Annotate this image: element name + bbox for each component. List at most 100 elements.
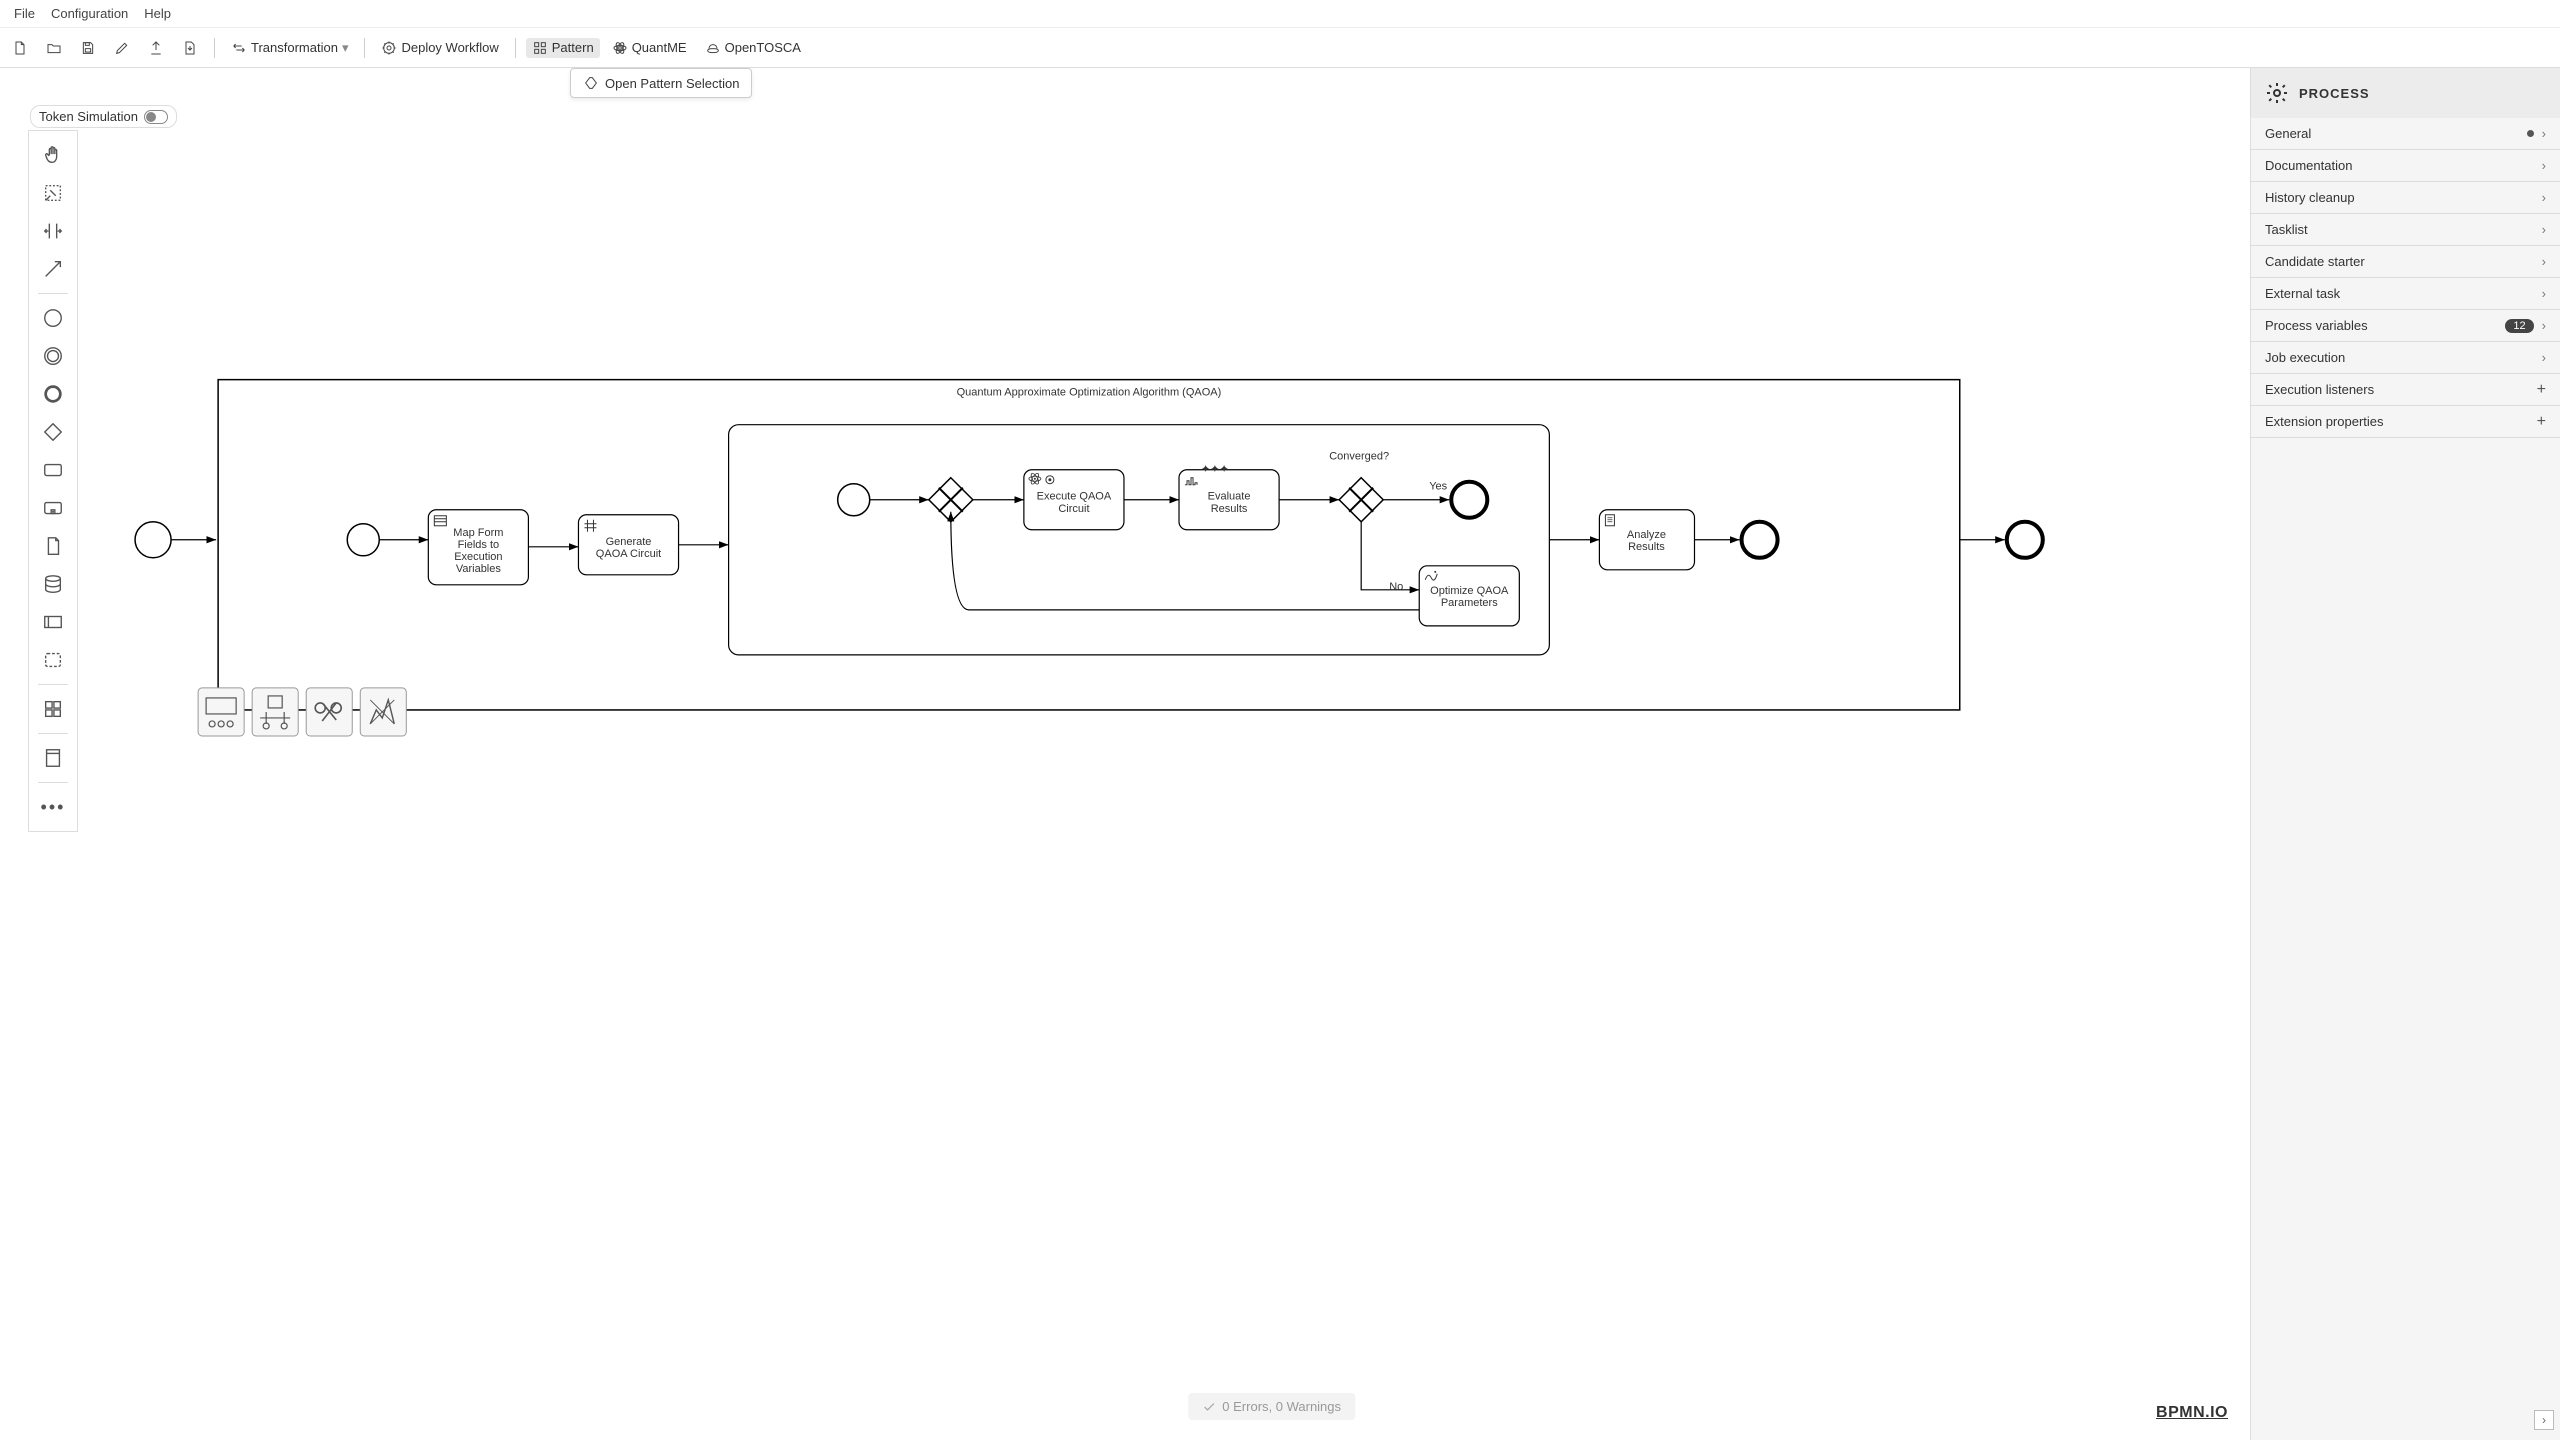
- chevron-right-icon: ›: [2542, 126, 2546, 141]
- sub-end-event[interactable]: [1451, 482, 1487, 518]
- plus-icon: +: [2537, 413, 2546, 431]
- task-label: Optimize QAOAParameters: [1430, 585, 1509, 609]
- space-tool-icon[interactable]: [35, 213, 71, 249]
- chevron-right-icon: ›: [2542, 318, 2546, 333]
- task-label: AnalyzeResults: [1627, 529, 1666, 553]
- collapse-panel-button[interactable]: ›: [2534, 1410, 2554, 1430]
- bpmn-diagram: Quantum Approximate Optimization Algorit…: [88, 100, 2240, 1440]
- count-badge: 12: [2505, 319, 2533, 333]
- separator: [515, 38, 516, 58]
- new-file-icon[interactable]: [6, 34, 34, 62]
- outer-start-event[interactable]: [135, 522, 171, 558]
- transformation-label: Transformation: [251, 40, 338, 55]
- separator: [364, 38, 365, 58]
- data-store-icon[interactable]: [35, 566, 71, 602]
- properties-panel: PROCESS General› Documentation› History …: [2250, 68, 2560, 1440]
- prop-tasklist[interactable]: Tasklist›: [2251, 214, 2560, 246]
- dot-indicator-icon: [2527, 130, 2534, 137]
- task-label: Map FormFields toExecutionVariables: [453, 527, 503, 575]
- intermediate-event-icon[interactable]: [35, 338, 71, 374]
- chevron-down-icon: ▾: [342, 40, 349, 56]
- gateway-label: Converged?: [1329, 451, 1389, 463]
- edit-icon[interactable]: [108, 34, 136, 62]
- check-icon: [1202, 1400, 1216, 1414]
- gateway-icon[interactable]: [35, 414, 71, 450]
- bpmn-io-logo[interactable]: BPMN.IO: [2156, 1404, 2228, 1422]
- custom-element-icon[interactable]: [35, 691, 71, 727]
- end-event-icon[interactable]: [35, 376, 71, 412]
- transformation-button[interactable]: Transformation ▾: [225, 38, 354, 58]
- pattern-attachment-2[interactable]: [252, 688, 298, 736]
- properties-title: PROCESS: [2299, 86, 2370, 101]
- pattern-attachment-1[interactable]: [198, 688, 244, 736]
- task-icon[interactable]: [35, 452, 71, 488]
- palette-separator: [38, 733, 68, 734]
- data-object-icon[interactable]: [35, 528, 71, 564]
- quantme-label: QuantME: [632, 40, 687, 55]
- secondary-toolbar: Open Pattern Selection: [570, 68, 752, 98]
- prop-external-task[interactable]: External task›: [2251, 278, 2560, 310]
- flow-label-yes: Yes: [1429, 481, 1447, 493]
- chevron-right-icon: ›: [2542, 158, 2546, 173]
- gear-icon: [2265, 81, 2289, 105]
- open-folder-icon[interactable]: [40, 34, 68, 62]
- process-title: Quantum Approximate Optimization Algorit…: [957, 387, 1222, 399]
- task-label: EvaluateResults: [1208, 491, 1251, 515]
- pattern-button[interactable]: Pattern: [526, 38, 600, 58]
- deploy-workflow-button[interactable]: Deploy Workflow: [375, 38, 504, 58]
- prop-candidate-starter[interactable]: Candidate starter›: [2251, 246, 2560, 278]
- open-pattern-selection-label: Open Pattern Selection: [605, 76, 739, 91]
- properties-list: General› Documentation› History cleanup›…: [2251, 118, 2560, 438]
- chevron-right-icon: ›: [2542, 286, 2546, 301]
- prop-process-variables[interactable]: Process variables12›: [2251, 310, 2560, 342]
- flow-label-no: No: [1389, 581, 1403, 593]
- participant-icon[interactable]: [35, 604, 71, 640]
- prop-extension-properties[interactable]: Extension properties+: [2251, 406, 2560, 438]
- canvas[interactable]: Quantum Approximate Optimization Algorit…: [88, 100, 2240, 1440]
- palette-separator: [38, 293, 68, 294]
- quantme-button[interactable]: QuantME: [606, 38, 693, 58]
- menu-bar: File Configuration Help: [0, 0, 2560, 28]
- status-bar[interactable]: 0 Errors, 0 Warnings: [1188, 1393, 1355, 1420]
- menu-configuration[interactable]: Configuration: [45, 4, 134, 23]
- lasso-tool-icon[interactable]: [35, 175, 71, 211]
- start-event-icon[interactable]: [35, 300, 71, 336]
- sub-start-event[interactable]: [838, 484, 870, 516]
- download-icon[interactable]: [176, 34, 204, 62]
- save-icon[interactable]: [74, 34, 102, 62]
- prop-history-cleanup[interactable]: History cleanup›: [2251, 182, 2560, 214]
- menu-help[interactable]: Help: [138, 4, 177, 23]
- group-icon[interactable]: [35, 642, 71, 678]
- task-label: GenerateQAOA Circuit: [596, 536, 661, 560]
- subprocess-icon[interactable]: [35, 490, 71, 526]
- upload-icon[interactable]: [142, 34, 170, 62]
- status-text: 0 Errors, 0 Warnings: [1222, 1399, 1341, 1414]
- inner-end-event[interactable]: [1742, 522, 1778, 558]
- tool-palette: •••: [28, 130, 78, 832]
- prop-general[interactable]: General›: [2251, 118, 2560, 150]
- start-event[interactable]: [347, 524, 379, 556]
- prop-execution-listeners[interactable]: Execution listeners+: [2251, 374, 2560, 406]
- palette-separator: [38, 782, 68, 783]
- pattern-label: Pattern: [552, 40, 594, 55]
- opentosca-button[interactable]: OpenTOSCA: [699, 38, 807, 58]
- prop-documentation[interactable]: Documentation›: [2251, 150, 2560, 182]
- plus-icon: +: [2537, 381, 2546, 399]
- separator: [214, 38, 215, 58]
- outer-end-event[interactable]: [2007, 522, 2043, 558]
- more-tools-icon[interactable]: •••: [35, 789, 71, 825]
- svg-text:✦✦✦: ✦✦✦: [1201, 464, 1229, 476]
- pattern-attachment-4[interactable]: [360, 688, 406, 736]
- hand-tool-icon[interactable]: [35, 137, 71, 173]
- prop-job-execution[interactable]: Job execution›: [2251, 342, 2560, 374]
- chevron-right-icon: ›: [2542, 190, 2546, 205]
- chevron-right-icon: ›: [2542, 350, 2546, 365]
- attached-patterns: [198, 688, 406, 736]
- policy-icon[interactable]: [35, 740, 71, 776]
- menu-file[interactable]: File: [8, 4, 41, 23]
- open-pattern-selection-button[interactable]: Open Pattern Selection: [570, 68, 752, 98]
- deploy-workflow-label: Deploy Workflow: [401, 40, 498, 55]
- palette-separator: [38, 684, 68, 685]
- toolbar: Transformation ▾ Deploy Workflow Pattern…: [0, 28, 2560, 68]
- connect-tool-icon[interactable]: [35, 251, 71, 287]
